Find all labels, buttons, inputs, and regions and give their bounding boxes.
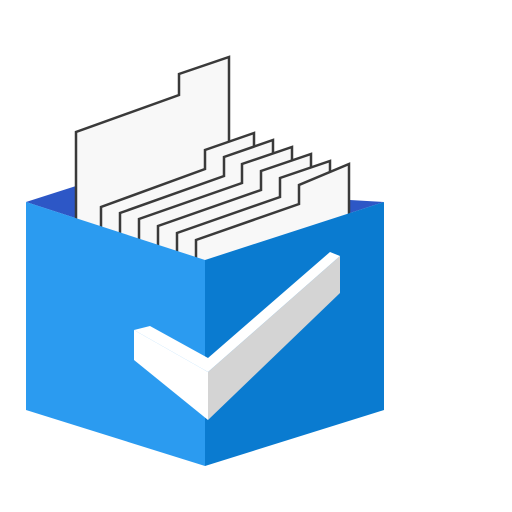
icon-canvas [0, 0, 512, 512]
file-box-checkmark-icon [26, 55, 384, 466]
